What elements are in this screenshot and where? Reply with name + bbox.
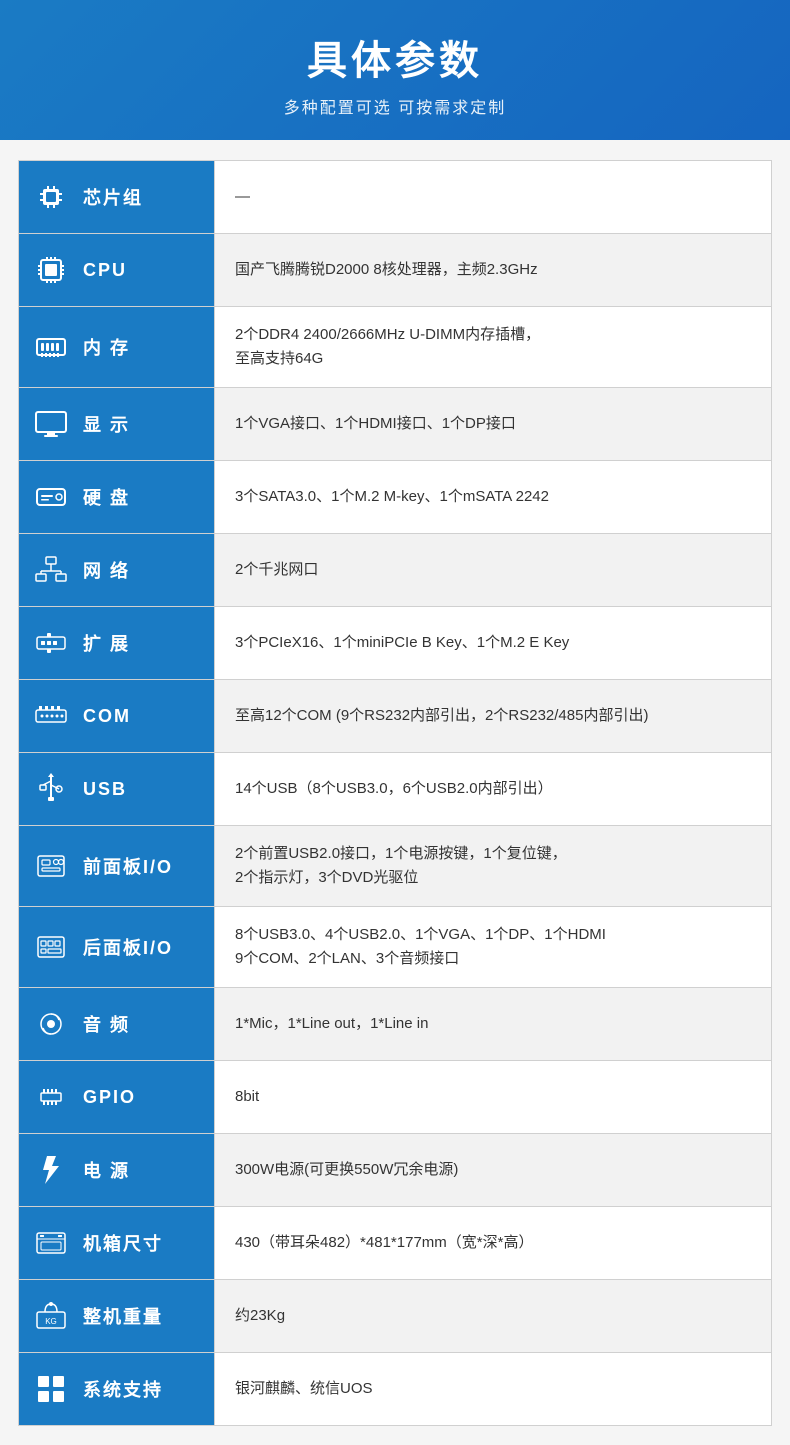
spec-row-usb: USB 14个USB（8个USB3.0，6个USB2.0内部引出） bbox=[18, 752, 772, 826]
spec-label-com: COM bbox=[19, 680, 215, 752]
spec-name-rear-panel: 后面板I/O bbox=[83, 934, 173, 960]
spec-icon-os bbox=[29, 1367, 73, 1411]
spec-icon-com bbox=[29, 694, 73, 738]
spec-value-hdd: 3个SATA3.0、1个M.2 M-key、1个mSATA 2242 bbox=[215, 461, 771, 533]
spec-icon-network bbox=[29, 548, 73, 592]
spec-name-weight: 整机重量 bbox=[83, 1303, 163, 1329]
spec-icon-audio bbox=[29, 1002, 73, 1046]
spec-name-network: 网 络 bbox=[83, 557, 130, 583]
spec-icon-display bbox=[29, 402, 73, 446]
spec-label-os: 系统支持 bbox=[19, 1353, 215, 1425]
spec-value-weight: 约23Kg bbox=[215, 1280, 771, 1352]
spec-row-expansion: 扩 展 3个PCIeX16、1个miniPCIe B Key、1个M.2 E K… bbox=[18, 606, 772, 680]
spec-label-memory: 内 存 bbox=[19, 307, 215, 387]
spec-label-front-panel: 前面板I/O bbox=[19, 826, 215, 906]
spec-row-power: 电 源 300W电源(可更换550W冗余电源) bbox=[18, 1133, 772, 1207]
spec-row-display: 显 示 1个VGA接口、1个HDMI接口、1个DP接口 bbox=[18, 387, 772, 461]
spec-row-network: 网 络 2个千兆网口 bbox=[18, 533, 772, 607]
spec-icon-chipset bbox=[29, 175, 73, 219]
spec-value-cpu: 国产飞腾腾锐D2000 8核处理器，主频2.3GHz bbox=[215, 234, 771, 306]
spec-name-os: 系统支持 bbox=[83, 1376, 163, 1402]
spec-name-expansion: 扩 展 bbox=[83, 630, 130, 656]
spec-name-audio: 音 频 bbox=[83, 1011, 130, 1037]
spec-label-audio: 音 频 bbox=[19, 988, 215, 1060]
spec-value-gpio: 8bit bbox=[215, 1061, 771, 1133]
spec-value-network: 2个千兆网口 bbox=[215, 534, 771, 606]
spec-name-display: 显 示 bbox=[83, 411, 130, 437]
spec-label-expansion: 扩 展 bbox=[19, 607, 215, 679]
spec-name-front-panel: 前面板I/O bbox=[83, 853, 173, 879]
spec-label-chassis: 机箱尺寸 bbox=[19, 1207, 215, 1279]
spec-value-rear-panel: 8个USB3.0、4个USB2.0、1个VGA、1个DP、1个HDMI9个COM… bbox=[215, 907, 771, 987]
spec-value-chassis: 430（带耳朵482）*481*177mm（宽*深*高） bbox=[215, 1207, 771, 1279]
spec-name-power: 电 源 bbox=[83, 1157, 130, 1183]
spec-value-power: 300W电源(可更换550W冗余电源) bbox=[215, 1134, 771, 1206]
spec-icon-weight: KG bbox=[29, 1294, 73, 1338]
spec-value-usb: 14个USB（8个USB3.0，6个USB2.0内部引出） bbox=[215, 753, 771, 825]
spec-label-power: 电 源 bbox=[19, 1134, 215, 1206]
spec-row-gpio: GPIO 8bit bbox=[18, 1060, 772, 1134]
spec-row-memory: 内 存 2个DDR4 2400/2666MHz U-DIMM内存插槽，至高支持6… bbox=[18, 306, 772, 388]
spec-name-chassis: 机箱尺寸 bbox=[83, 1230, 163, 1256]
spec-row-com: COM 至高12个COM (9个RS232内部引出，2个RS232/485内部引… bbox=[18, 679, 772, 753]
spec-value-os: 银河麒麟、统信UOS bbox=[215, 1353, 771, 1425]
spec-label-hdd: 硬 盘 bbox=[19, 461, 215, 533]
spec-row-chipset: 芯片组 — bbox=[18, 160, 772, 234]
spec-row-hdd: 硬 盘 3个SATA3.0、1个M.2 M-key、1个mSATA 2242 bbox=[18, 460, 772, 534]
spec-row-weight: KG 整机重量 约23Kg bbox=[18, 1279, 772, 1353]
page-subtitle: 多种配置可选 可按需求定制 bbox=[20, 94, 770, 118]
spec-label-rear-panel: 后面板I/O bbox=[19, 907, 215, 987]
spec-row-audio: 音 频 1*Mic，1*Line out，1*Line in bbox=[18, 987, 772, 1061]
spec-value-memory: 2个DDR4 2400/2666MHz U-DIMM内存插槽，至高支持64G bbox=[215, 307, 771, 387]
spec-value-com: 至高12个COM (9个RS232内部引出，2个RS232/485内部引出) bbox=[215, 680, 771, 752]
page-title: 具体参数 bbox=[20, 28, 770, 86]
spec-value-expansion: 3个PCIeX16、1个miniPCIe B Key、1个M.2 E Key bbox=[215, 607, 771, 679]
spec-icon-power bbox=[29, 1148, 73, 1192]
spec-name-gpio: GPIO bbox=[83, 1087, 136, 1108]
spec-icon-gpio bbox=[29, 1075, 73, 1119]
specs-table: 芯片组 — CPU 国产飞腾腾锐D2000 8核处理器，主频2.3GHz bbox=[18, 160, 772, 1426]
spec-icon-rear-panel bbox=[29, 925, 73, 969]
spec-icon-memory bbox=[29, 325, 73, 369]
spec-icon-chassis bbox=[29, 1221, 73, 1265]
spec-name-cpu: CPU bbox=[83, 260, 127, 281]
spec-row-rear-panel: 后面板I/O 8个USB3.0、4个USB2.0、1个VGA、1个DP、1个HD… bbox=[18, 906, 772, 988]
spec-label-display: 显 示 bbox=[19, 388, 215, 460]
spec-label-gpio: GPIO bbox=[19, 1061, 215, 1133]
spec-row-cpu: CPU 国产飞腾腾锐D2000 8核处理器，主频2.3GHz bbox=[18, 233, 772, 307]
svg-text:KG: KG bbox=[45, 1317, 57, 1326]
spec-icon-usb bbox=[29, 767, 73, 811]
spec-label-cpu: CPU bbox=[19, 234, 215, 306]
spec-row-front-panel: 前面板I/O 2个前置USB2.0接口，1个电源按键，1个复位键，2个指示灯，3… bbox=[18, 825, 772, 907]
spec-value-audio: 1*Mic，1*Line out，1*Line in bbox=[215, 988, 771, 1060]
spec-value-front-panel: 2个前置USB2.0接口，1个电源按键，1个复位键，2个指示灯，3个DVD光驱位 bbox=[215, 826, 771, 906]
spec-icon-hdd bbox=[29, 475, 73, 519]
spec-name-memory: 内 存 bbox=[83, 334, 130, 360]
spec-icon-cpu bbox=[29, 248, 73, 292]
spec-value-display: 1个VGA接口、1个HDMI接口、1个DP接口 bbox=[215, 388, 771, 460]
spec-name-com: COM bbox=[83, 706, 131, 727]
spec-name-hdd: 硬 盘 bbox=[83, 484, 130, 510]
spec-value-chipset: — bbox=[215, 161, 771, 233]
spec-label-chipset: 芯片组 bbox=[19, 161, 215, 233]
spec-label-network: 网 络 bbox=[19, 534, 215, 606]
spec-name-chipset: 芯片组 bbox=[83, 184, 143, 210]
spec-row-os: 系统支持 银河麒麟、统信UOS bbox=[18, 1352, 772, 1426]
spec-row-chassis: 机箱尺寸 430（带耳朵482）*481*177mm（宽*深*高） bbox=[18, 1206, 772, 1280]
spec-label-weight: KG 整机重量 bbox=[19, 1280, 215, 1352]
spec-icon-front-panel bbox=[29, 844, 73, 888]
spec-name-usb: USB bbox=[83, 779, 127, 800]
spec-label-usb: USB bbox=[19, 753, 215, 825]
page-header: 具体参数 多种配置可选 可按需求定制 bbox=[0, 0, 790, 140]
spec-icon-expansion bbox=[29, 621, 73, 665]
